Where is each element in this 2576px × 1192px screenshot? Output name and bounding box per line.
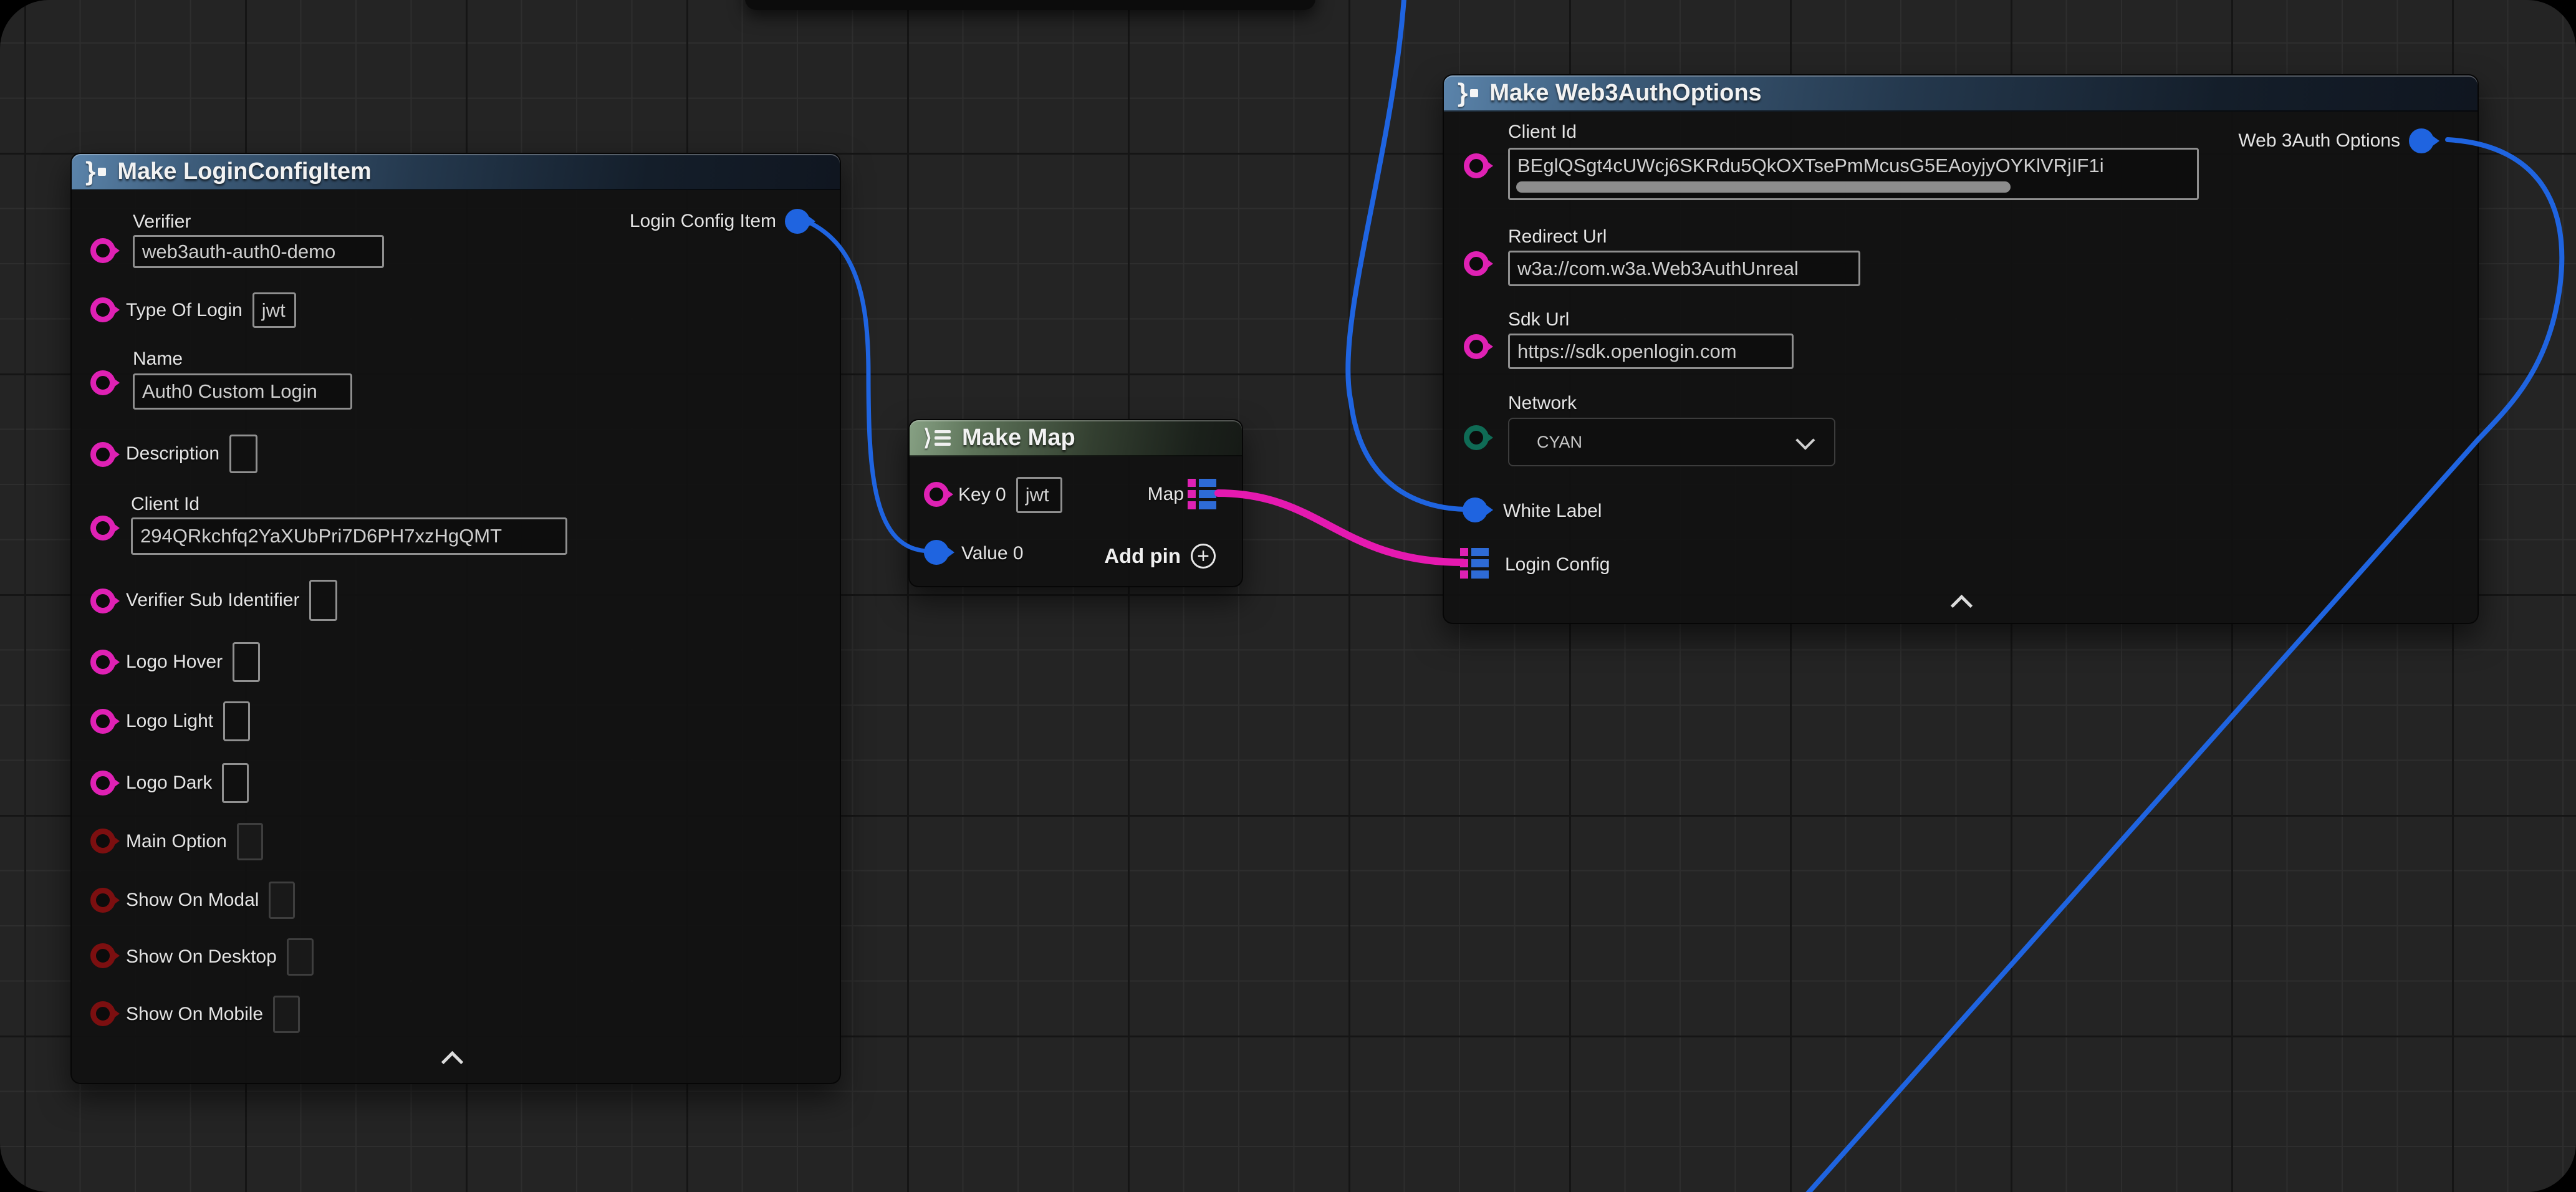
name-pin[interactable] [90, 370, 115, 395]
map-output-label: Map [1148, 484, 1184, 505]
show-on-mobile-pin[interactable] [90, 1001, 115, 1026]
logo-light-field[interactable] [223, 701, 250, 741]
logo-hover-field[interactable] [233, 642, 260, 682]
verifier-sub-identifier-pin[interactable] [90, 589, 115, 613]
description-pin[interactable] [90, 442, 115, 467]
logo-light-label: Logo Light [126, 711, 213, 732]
verifier-pin[interactable] [90, 238, 115, 263]
key0-pin[interactable] [924, 482, 949, 507]
collapse-node-chevron-icon[interactable] [1954, 594, 1969, 609]
show-on-mobile-checkbox[interactable] [273, 996, 300, 1033]
logo-dark-pin[interactable] [90, 771, 115, 795]
node-header[interactable]: ⟩ Make Map [910, 420, 1242, 456]
collapse-node-chevron-icon[interactable] [445, 1050, 459, 1065]
show-on-mobile-label: Show On Mobile [126, 1004, 263, 1025]
sdk-url-label: Sdk Url [1508, 309, 1569, 330]
web3auth-options-output-pin[interactable] [2409, 128, 2434, 153]
verifier-sub-identifier-label: Verifier Sub Identifier [126, 590, 299, 611]
logo-dark-field[interactable] [222, 763, 249, 803]
offscreen-node-edge [745, 0, 1315, 10]
description-field[interactable] [229, 435, 257, 473]
redirect-url-pin[interactable] [1464, 251, 1489, 276]
network-pin[interactable] [1464, 425, 1489, 450]
blueprint-canvas[interactable]: } Make LoginConfigItem Verifier web3auth… [0, 0, 2576, 1192]
node-make-loginconfigitem[interactable]: } Make LoginConfigItem Verifier web3auth… [70, 153, 841, 1084]
make-map-icon: ⟩ [923, 426, 951, 449]
node-make-web3authoptions[interactable]: } Make Web3AuthOptions Client Id BEglQSg… [1443, 74, 2479, 624]
key0-label: Key 0 [958, 484, 1006, 506]
make-struct-icon: } [85, 158, 106, 185]
network-dropdown[interactable]: CYAN [1508, 418, 1835, 466]
redirect-url-field[interactable]: w3a://com.w3a.Web3AuthUnreal [1508, 251, 1860, 286]
verifier-field[interactable]: web3auth-auth0-demo [133, 235, 384, 268]
web3auth-options-output-label: Web 3Auth Options [2238, 130, 2400, 151]
white-label-pin[interactable] [1463, 497, 1487, 522]
name-field[interactable]: Auth0 Custom Login [133, 373, 352, 410]
node-header[interactable]: } Make LoginConfigItem [72, 154, 840, 190]
value0-pin[interactable] [924, 540, 949, 565]
name-label: Name [133, 348, 183, 370]
main-option-label: Main Option [126, 831, 227, 852]
main-option-pin[interactable] [90, 829, 115, 853]
logo-light-pin[interactable] [90, 709, 115, 734]
login-config-item-output-pin[interactable] [785, 209, 810, 234]
verifier-label: Verifier [133, 211, 191, 233]
node-title: Make Web3AuthOptions [1489, 80, 1761, 107]
add-pin-button[interactable]: Add pin + [1104, 544, 1216, 569]
logo-dark-label: Logo Dark [126, 772, 212, 794]
node-header[interactable]: } Make Web3AuthOptions [1444, 75, 2477, 112]
type-of-login-label: Type Of Login [126, 300, 243, 321]
chevron-down-icon [1795, 431, 1815, 450]
node-title: Make LoginConfigItem [117, 158, 371, 185]
network-label: Network [1508, 393, 1577, 414]
node-title: Make Map [962, 425, 1075, 451]
wire-map-to-loginconfig [1218, 493, 1463, 562]
show-on-desktop-checkbox[interactable] [287, 938, 314, 976]
type-of-login-pin[interactable] [90, 297, 115, 322]
map-output-pin[interactable] [1188, 479, 1216, 509]
login-config-pin[interactable] [1460, 548, 1489, 579]
show-on-desktop-pin[interactable] [90, 943, 115, 968]
node-make-map[interactable]: ⟩ Make Map Key 0 jwt Map Value 0 Add pin… [908, 419, 1243, 587]
logo-hover-pin[interactable] [90, 650, 115, 675]
login-config-item-output-label: Login Config Item [630, 211, 776, 232]
field-scrollbar[interactable] [1516, 181, 2011, 193]
redirect-url-label: Redirect Url [1508, 226, 1607, 248]
show-on-modal-label: Show On Modal [126, 890, 259, 911]
show-on-modal-pin[interactable] [90, 888, 115, 913]
key0-field[interactable]: jwt [1016, 477, 1062, 513]
client-id-field[interactable]: 294QRkchfq2YaXUbPri7D6PH7xzHgQMT [131, 517, 567, 555]
white-label-label: White Label [1503, 501, 1602, 522]
sdk-url-pin[interactable] [1464, 334, 1489, 359]
type-of-login-field[interactable]: jwt [252, 292, 296, 328]
client-id-label: Client Id [131, 494, 199, 515]
value0-label: Value 0 [961, 543, 1024, 564]
client-id-field[interactable]: BEglQSgt4cUWcj6SKRdu5QkOXTsePmMcusG5EAoy… [1508, 148, 2199, 200]
show-on-modal-checkbox[interactable] [269, 882, 295, 919]
login-config-label: Login Config [1505, 554, 1610, 575]
make-struct-icon: } [1458, 80, 1478, 106]
description-label: Description [126, 443, 219, 464]
logo-hover-label: Logo Hover [126, 651, 223, 673]
add-pin-plus-icon: + [1191, 544, 1216, 569]
main-option-checkbox[interactable] [237, 823, 263, 860]
client-id-pin[interactable] [90, 516, 115, 541]
verifier-sub-identifier-field[interactable] [309, 580, 337, 621]
client-id-pin[interactable] [1464, 153, 1489, 178]
show-on-desktop-label: Show On Desktop [126, 946, 277, 968]
sdk-url-field[interactable]: https://sdk.openlogin.com [1508, 334, 1794, 369]
client-id-label: Client Id [1508, 122, 1577, 143]
